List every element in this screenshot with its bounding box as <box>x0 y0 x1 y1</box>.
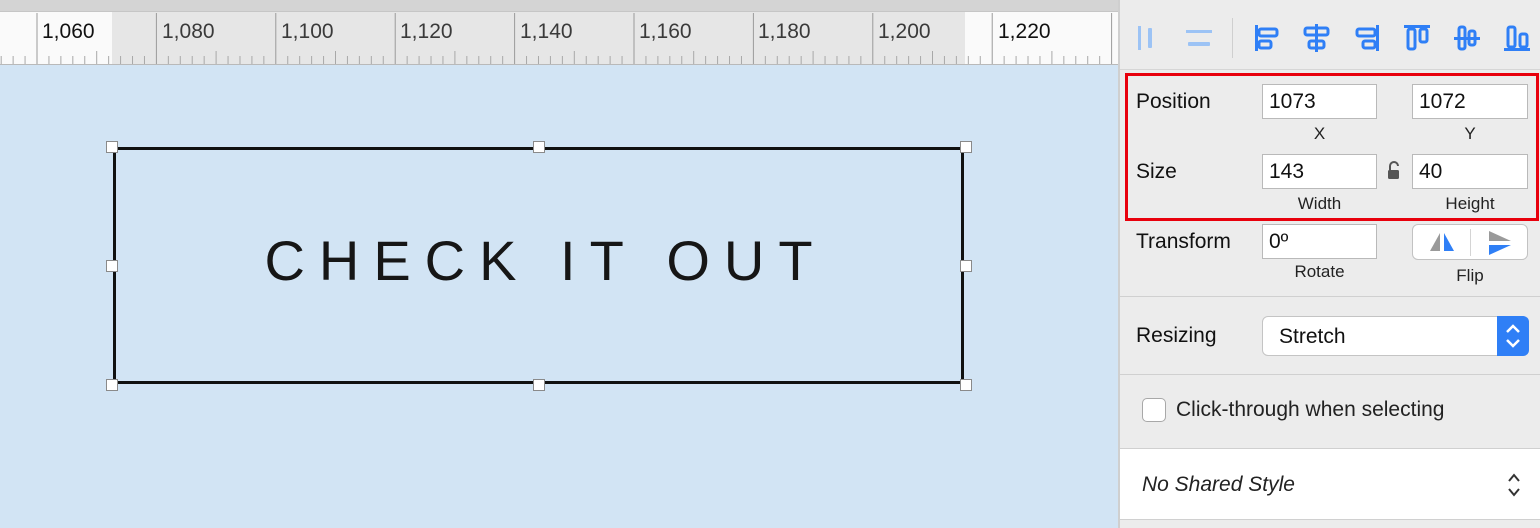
shared-style-value: No Shared Style <box>1142 473 1295 496</box>
toolbar-divider <box>1232 18 1233 58</box>
distribute-vertical-icon[interactable] <box>1184 22 1214 54</box>
width-label: Width <box>1297 194 1342 213</box>
align-right-icon[interactable] <box>1352 22 1382 54</box>
resize-handle-top-left[interactable] <box>106 141 118 153</box>
resizing-value: Stretch <box>1279 325 1346 348</box>
selected-button-layer[interactable]: CHECK IT OUT <box>113 147 964 384</box>
alignment-toolbar <box>1120 0 1540 70</box>
ruler-label: 1,160 <box>639 20 692 43</box>
resize-handle-right[interactable] <box>960 260 972 272</box>
height-field[interactable] <box>1412 154 1528 189</box>
rotate-field[interactable] <box>1262 224 1377 259</box>
size-label: Size <box>1136 160 1177 183</box>
ruler-top-strip <box>0 0 1118 12</box>
select-arrows-icon[interactable] <box>1497 316 1529 356</box>
ruler-label: 1,060 <box>42 20 95 43</box>
resize-handle-left[interactable] <box>106 260 118 272</box>
ruler-label: 1,200 <box>878 20 931 43</box>
section-divider <box>1120 296 1540 297</box>
resize-handle-bottom-right[interactable] <box>960 379 972 391</box>
ruler-label: 1,180 <box>758 20 811 43</box>
flip-button-group <box>1412 224 1528 260</box>
horizontal-ruler[interactable]: 1,060 1,080 1,100 1,120 1,140 1,160 1,18… <box>0 12 1118 65</box>
ruler-label: 1,100 <box>281 20 334 43</box>
flip-divider <box>1470 229 1471 256</box>
position-label: Position <box>1136 90 1211 113</box>
inspector-panel: Position X Y Size Width Height Transform… <box>1118 0 1540 528</box>
ruler-label: 1,120 <box>400 20 453 43</box>
distribute-horizontal-icon[interactable] <box>1134 22 1164 54</box>
resize-handle-top-right[interactable] <box>960 141 972 153</box>
design-canvas[interactable]: 1,060 1,080 1,100 1,120 1,140 1,160 1,18… <box>0 0 1118 528</box>
height-label: Height <box>1445 194 1495 213</box>
shared-style-select[interactable]: No Shared Style <box>1120 448 1540 520</box>
flip-horizontal-icon[interactable] <box>1427 229 1457 257</box>
unlocked-padlock-icon[interactable] <box>1386 161 1402 181</box>
position-x-field[interactable] <box>1262 84 1377 119</box>
align-top-icon[interactable] <box>1402 22 1432 54</box>
align-center-horizontal-icon[interactable] <box>1302 22 1332 54</box>
rotate-label: Rotate <box>1294 262 1345 281</box>
chevron-up-down-icon[interactable] <box>1506 471 1522 499</box>
flip-label: Flip <box>1456 266 1484 285</box>
click-through-label[interactable]: Click-through when selecting <box>1176 398 1444 422</box>
position-x-label: X <box>1313 124 1326 143</box>
position-y-label: Y <box>1464 124 1476 143</box>
resize-handle-bottom-left[interactable] <box>106 379 118 391</box>
align-bottom-icon[interactable] <box>1502 22 1532 54</box>
width-field[interactable] <box>1262 154 1377 189</box>
ruler-label: 1,220 <box>998 20 1051 43</box>
align-left-icon[interactable] <box>1252 22 1282 54</box>
resizing-label: Resizing <box>1136 324 1217 347</box>
resizing-select[interactable]: Stretch <box>1262 316 1529 356</box>
flip-vertical-icon[interactable] <box>1485 229 1515 257</box>
layer-text[interactable]: CHECK IT OUT <box>116 228 961 293</box>
transform-label: Transform <box>1136 230 1231 253</box>
position-y-field[interactable] <box>1412 84 1528 119</box>
ruler-label: 1,080 <box>162 20 215 43</box>
align-middle-icon[interactable] <box>1452 22 1482 54</box>
resize-handle-bottom[interactable] <box>533 379 545 391</box>
section-divider <box>1120 374 1540 375</box>
resize-handle-top[interactable] <box>533 141 545 153</box>
ruler-label: 1,140 <box>520 20 573 43</box>
click-through-checkbox[interactable] <box>1142 398 1166 422</box>
